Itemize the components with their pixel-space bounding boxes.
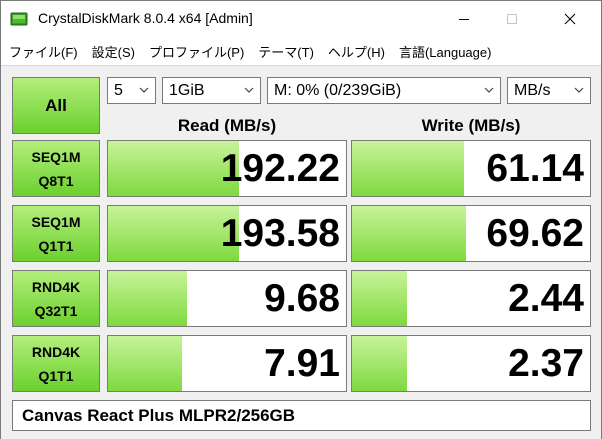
menu-file[interactable]: ファイル(F) [1, 42, 84, 61]
test-name: RND4K [31, 343, 81, 360]
chevron-down-icon [244, 87, 254, 93]
read-header: Read (MB/s) [177, 116, 277, 135]
menu-profile[interactable]: プロファイル(P) [141, 42, 250, 61]
test-name: RND4K [31, 278, 81, 295]
count-value: 5 [114, 81, 123, 99]
test-name: SEQ1M [31, 213, 81, 230]
all-button[interactable]: All [12, 77, 100, 134]
write-header: Write (MB/s) [421, 116, 521, 135]
app-window: CrystalDiskMark 8.0.4 x64 [Admin] ファイル(F… [0, 0, 602, 439]
menu-language[interactable]: 言語(Language) [391, 42, 498, 61]
test-button-rnd4k-q1t1[interactable]: RND4K Q1T1 [12, 335, 100, 392]
read-bar [108, 206, 239, 261]
read-bar [108, 271, 187, 326]
menu-bar: ファイル(F) 設定(S) プロファイル(P) テーマ(T) ヘルプ(H) 言語… [1, 39, 601, 63]
maximize-icon [507, 14, 517, 24]
read-result-rnd4k-q1t1: 7.91 [107, 335, 347, 392]
write-bar [352, 206, 467, 261]
menu-settings[interactable]: 設定(S) [84, 42, 141, 61]
drive-value: M: 0% (0/239GiB) [274, 81, 402, 99]
chevron-down-icon [139, 87, 149, 93]
write-bar [352, 336, 407, 391]
write-bar [352, 141, 464, 196]
write-result-seq1m-q8t1: 61.14 [351, 140, 591, 197]
maximize-button[interactable] [489, 1, 535, 37]
count-select[interactable]: 5 [107, 77, 156, 104]
write-result-seq1m-q1t1: 69.62 [351, 205, 591, 262]
close-icon [564, 13, 576, 25]
test-name: SEQ1M [31, 148, 81, 165]
test-params: Q8T1 [38, 172, 74, 189]
write-bar [352, 271, 407, 326]
test-button-seq1m-q1t1[interactable]: SEQ1M Q1T1 [12, 205, 100, 262]
test-button-rnd4k-q32t1[interactable]: RND4K Q32T1 [12, 270, 100, 327]
read-bar [108, 141, 239, 196]
chevron-down-icon [484, 87, 494, 93]
read-result-seq1m-q8t1: 192.22 [107, 140, 347, 197]
read-value: 7.91 [264, 341, 340, 385]
test-params: Q32T1 [34, 302, 78, 319]
write-value: 61.14 [486, 146, 584, 190]
comment-field[interactable]: Canvas React Plus MLPR2/256GB [12, 400, 591, 431]
write-value: 2.44 [508, 276, 584, 320]
drive-select[interactable]: M: 0% (0/239GiB) [267, 77, 501, 104]
window-title: CrystalDiskMark 8.0.4 x64 [Admin] [38, 10, 253, 26]
write-result-rnd4k-q1t1: 2.37 [351, 335, 591, 392]
test-button-seq1m-q8t1[interactable]: SEQ1M Q8T1 [12, 140, 100, 197]
read-value: 192.22 [220, 146, 340, 190]
menu-help[interactable]: ヘルプ(H) [320, 42, 391, 61]
title-bar[interactable]: CrystalDiskMark 8.0.4 x64 [Admin] [1, 1, 601, 37]
read-result-rnd4k-q32t1: 9.68 [107, 270, 347, 327]
test-params: Q1T1 [38, 237, 74, 254]
size-select[interactable]: 1GiB [162, 77, 261, 104]
write-value: 2.37 [508, 341, 584, 385]
read-value: 9.68 [264, 276, 340, 320]
minimize-icon [459, 19, 469, 20]
test-params: Q1T1 [38, 367, 74, 384]
unit-select[interactable]: MB/s [507, 77, 591, 104]
close-button[interactable] [547, 1, 593, 37]
chevron-down-icon [574, 87, 584, 93]
write-result-rnd4k-q32t1: 2.44 [351, 270, 591, 327]
size-value: 1GiB [169, 81, 205, 99]
crystaldiskmark-icon [10, 12, 28, 26]
minimize-button[interactable] [441, 1, 487, 37]
read-value: 193.58 [220, 211, 340, 255]
read-bar [108, 336, 182, 391]
menu-theme[interactable]: テーマ(T) [250, 42, 320, 61]
write-value: 69.62 [486, 211, 584, 255]
read-result-seq1m-q1t1: 193.58 [107, 205, 347, 262]
unit-value: MB/s [514, 81, 551, 99]
